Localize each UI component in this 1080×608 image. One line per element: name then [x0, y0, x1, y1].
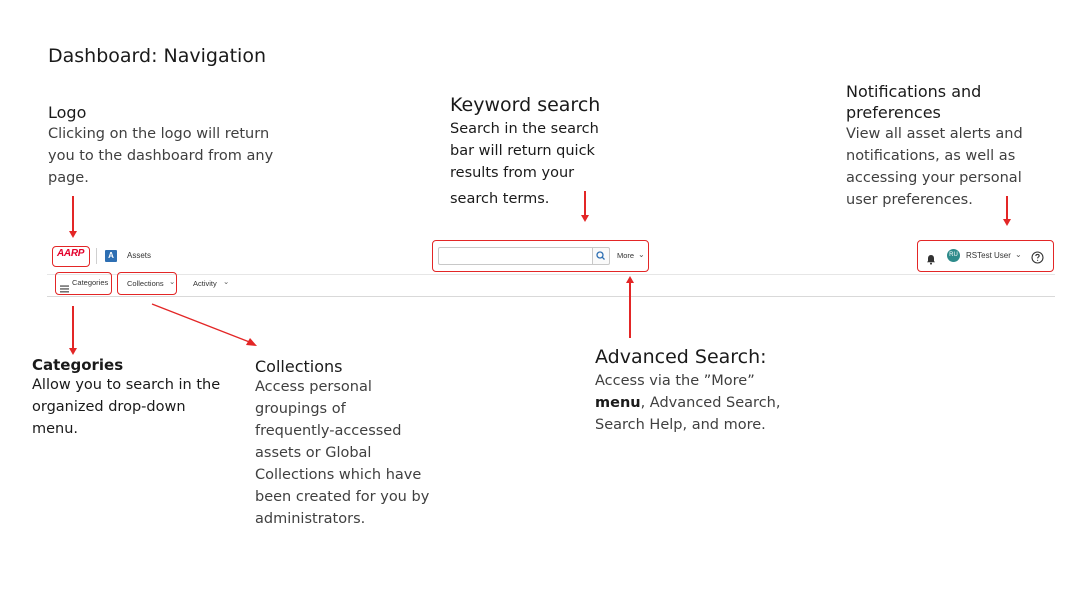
keyword-search-annotation-line: Search in the search	[450, 121, 599, 137]
keyword-search-annotation-body: Search in the search bar will return qui…	[450, 118, 600, 210]
notifications-annotation-title-line: preferences	[846, 103, 941, 122]
categories-highlight-box	[55, 272, 112, 295]
categories-annotation-line: menu.	[32, 421, 79, 437]
advanced-search-arrow	[629, 283, 631, 338]
notifications-annotation: Notifications and preferences View all a…	[846, 81, 1023, 211]
advanced-search-annotation-title: Advanced Search:	[595, 346, 767, 368]
categories-annotation-line: Allow you to search in the	[32, 377, 221, 393]
activity-menu-button[interactable]: Activity	[193, 279, 217, 288]
notifications-annotation-line: View all asset alerts and	[846, 126, 1023, 142]
app-name: Assets	[127, 251, 152, 260]
chevron-down-icon: ⌄	[223, 277, 230, 286]
logo-annotation-line: Clicking on the logo will return	[48, 126, 270, 142]
user-highlight-box	[917, 240, 1054, 272]
collections-annotation-line: been created for you by	[255, 489, 430, 505]
collections-annotation-line: assets or Global	[255, 445, 372, 461]
advanced-search-annotation: Advanced Search: Access via the ”More” m…	[595, 346, 780, 436]
header-divider	[96, 248, 97, 264]
search-arrow	[584, 191, 586, 216]
keyword-search-annotation: Keyword search Search in the search bar …	[450, 94, 600, 210]
advanced-search-menu-word: menu	[595, 395, 641, 411]
notifications-annotation-title-line: Notifications and	[846, 82, 982, 101]
notifications-annotation-body: View all asset alerts and notifications,…	[846, 123, 1023, 211]
collections-highlight-box	[117, 272, 177, 295]
logo-annotation: Logo Clicking on the logo will return yo…	[48, 103, 273, 189]
logo-highlight-box	[52, 246, 90, 267]
logo-annotation-line: you to the dashboard from any	[48, 148, 274, 164]
categories-arrow	[72, 306, 74, 349]
categories-annotation-title: Categories	[32, 356, 124, 374]
collections-annotation-title: Collections	[255, 357, 343, 376]
advanced-search-arrow-head	[626, 276, 634, 283]
notifications-arrow-head	[1003, 219, 1011, 226]
keyword-search-annotation-line: search terms.	[450, 191, 550, 207]
collections-annotation-line: Collections which have	[255, 467, 422, 483]
collections-annotation: Collections Access personal groupings of…	[255, 357, 429, 530]
keyword-search-annotation-line: bar will return quick	[450, 143, 595, 159]
advanced-search-annotation-line: menu, Advanced Search,	[595, 392, 780, 414]
app-badge: A	[105, 250, 117, 262]
categories-annotation: Categories Allow you to search in the or…	[32, 356, 220, 440]
notifications-annotation-line: notifications, as well as	[846, 148, 1016, 164]
search-arrow-head	[581, 215, 589, 222]
logo-annotation-body: Clicking on the logo will return you to …	[48, 123, 273, 189]
notifications-annotation-title: Notifications and preferences	[846, 81, 1023, 123]
keyword-search-annotation-line: results from your	[450, 165, 575, 181]
collections-annotation-line: groupings of	[255, 401, 346, 417]
collections-annotation-line: Access personal	[255, 379, 372, 395]
collections-annotation-line: administrators.	[255, 511, 366, 527]
categories-annotation-line: organized drop-down	[32, 399, 186, 415]
logo-arrow	[72, 196, 74, 232]
search-highlight-box	[432, 240, 649, 272]
advanced-search-annotation-body: Access via the ”More” menu, Advanced Sea…	[595, 370, 780, 436]
advanced-search-annotation-line-rest: , Advanced Search,	[640, 395, 781, 411]
logo-annotation-title: Logo	[48, 103, 87, 122]
notifications-annotation-line: user preferences.	[846, 192, 973, 208]
collections-arrow	[151, 303, 257, 346]
keyword-search-annotation-title: Keyword search	[450, 94, 601, 116]
collections-annotation-body: Access personal groupings of frequently-…	[255, 376, 429, 530]
categories-annotation-body: Allow you to search in the organized dro…	[32, 374, 220, 440]
notifications-arrow	[1006, 196, 1008, 220]
notifications-annotation-line: accessing your personal	[846, 170, 1022, 186]
collections-annotation-line: frequently-accessed	[255, 423, 402, 439]
logo-arrow-head	[69, 231, 77, 238]
logo-annotation-line: page.	[48, 170, 89, 186]
slide-title: Dashboard: Navigation	[48, 45, 266, 67]
categories-arrow-head	[69, 348, 77, 355]
advanced-search-annotation-line: Search Help, and more.	[595, 417, 766, 433]
advanced-search-annotation-line: Access via the ”More”	[595, 373, 755, 389]
